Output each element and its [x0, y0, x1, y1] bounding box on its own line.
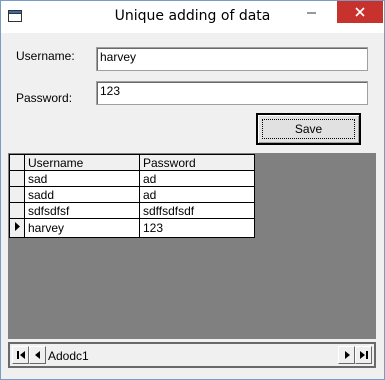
cell-username[interactable]: sadd — [24, 186, 140, 203]
cell-username[interactable]: harvey — [24, 218, 140, 238]
move-first-button[interactable] — [12, 346, 29, 364]
password-label: Password: — [16, 91, 73, 105]
column-header-password[interactable]: Password — [139, 154, 255, 171]
grid-corner-cell[interactable] — [9, 154, 25, 171]
close-icon — [355, 7, 365, 17]
table-row[interactable]: sad ad — [9, 170, 255, 187]
row-selector[interactable] — [9, 218, 25, 238]
table-row[interactable]: sadd ad — [9, 186, 255, 203]
minimize-button[interactable] — [298, 1, 326, 23]
cell-username[interactable]: sad — [24, 170, 140, 187]
adodc-caption: Adodc1 — [48, 349, 89, 363]
move-next-button[interactable] — [338, 346, 355, 364]
move-last-button[interactable] — [355, 346, 372, 364]
row-selector[interactable] — [9, 186, 25, 203]
move-previous-icon — [34, 351, 40, 359]
move-first-icon — [16, 351, 25, 359]
table-row[interactable]: sdfsdfsf sdffsdfsdf — [9, 202, 255, 219]
table-row[interactable]: harvey 123 — [9, 218, 255, 238]
move-last-icon — [359, 351, 368, 359]
move-next-icon — [344, 351, 350, 359]
password-field[interactable]: 123 — [96, 81, 368, 105]
move-previous-button[interactable] — [29, 346, 46, 364]
form-body: Username: harvey Password: 123 Save User… — [8, 33, 377, 371]
grid-table: Username Password sad ad sadd ad sdfsdfs… — [9, 154, 255, 238]
cell-username[interactable]: sdfsdfsf — [24, 202, 140, 219]
focus-rectangle — [262, 119, 355, 139]
username-field[interactable]: harvey — [96, 47, 368, 71]
column-header-username[interactable]: Username — [24, 154, 140, 171]
row-selector[interactable] — [9, 202, 25, 219]
grid-header-row: Username Password — [9, 154, 255, 171]
cell-password[interactable]: 123 — [139, 218, 255, 238]
cell-password[interactable]: sdffsdfsdf — [139, 202, 255, 219]
app-window: Unique adding of data Username: harvey P… — [0, 0, 385, 380]
adodc-control: Adodc1 — [8, 342, 376, 368]
save-button[interactable]: Save — [256, 113, 361, 145]
cell-password[interactable]: ad — [139, 186, 255, 203]
current-row-icon — [15, 222, 20, 231]
maximize-button[interactable] — [326, 1, 336, 23]
close-button[interactable] — [337, 1, 383, 23]
data-grid[interactable]: Username Password sad ad sadd ad sdfsdfs… — [8, 153, 376, 339]
username-label: Username: — [16, 49, 75, 63]
title-bar[interactable]: Unique adding of data — [1, 1, 384, 33]
minimize-icon — [307, 12, 316, 14]
row-selector[interactable] — [9, 170, 25, 187]
cell-password[interactable]: ad — [139, 170, 255, 187]
